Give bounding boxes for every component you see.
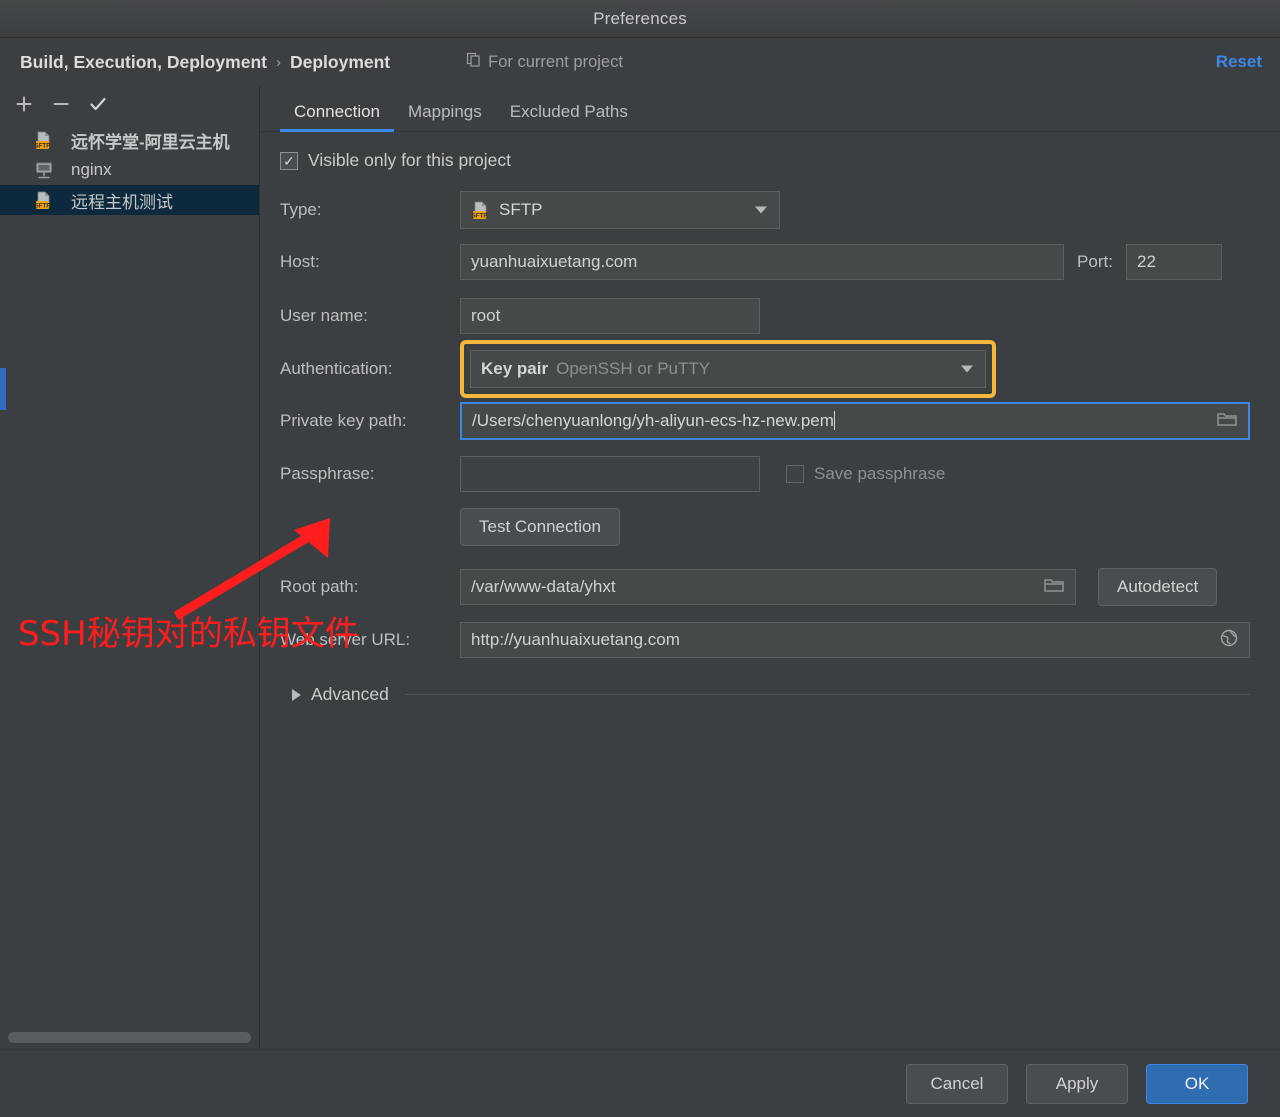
user-name-row: User name: root: [280, 298, 1250, 334]
globe-icon[interactable]: [1219, 628, 1239, 653]
type-label: Type:: [280, 200, 322, 219]
connection-form: ✓ Visible only for this project Type: SF…: [260, 132, 1280, 705]
type-combobox[interactable]: SFTP SFTP: [460, 191, 780, 229]
chevron-right-icon: ›: [275, 53, 281, 71]
server-tree-item-0[interactable]: SFTP 远怀学堂-阿里云主机: [0, 125, 259, 155]
host-input[interactable]: yuanhuaixuetang.com: [460, 244, 1064, 280]
private-key-path-label: Private key path:: [280, 411, 407, 430]
authentication-label: Authentication:: [280, 359, 393, 378]
server-list-panel: SFTP 远怀学堂-阿里云主机 nginx SFTP 远程主机测试: [0, 86, 260, 1049]
server-tree-item-label: 远怀学堂-阿里云主机: [71, 132, 230, 152]
passphrase-row: Passphrase: ✓ Save passphrase: [280, 456, 1250, 492]
sidebar-horizontal-scrollbar[interactable]: [0, 1025, 259, 1049]
breadcrumb-item-current: Deployment: [289, 51, 391, 72]
authentication-value: Key pair: [481, 359, 549, 378]
window-title: Preferences: [593, 8, 687, 28]
save-passphrase-checkbox[interactable]: ✓: [786, 465, 804, 483]
passphrase-input[interactable]: [460, 456, 760, 492]
dialog-footer: Cancel Apply OK: [0, 1049, 1280, 1117]
passphrase-label: Passphrase:: [280, 464, 375, 483]
advanced-label: Advanced: [311, 684, 389, 704]
text-cursor: [833, 411, 835, 430]
scope-label: For current project: [488, 52, 623, 71]
ok-button[interactable]: OK: [1146, 1063, 1248, 1104]
preferences-header: Build, Execution, Deployment › Deploymen…: [0, 38, 1280, 86]
web-server-url-row: Web server URL: http://yuanhuaixuetang.c…: [280, 622, 1250, 658]
chevron-right-icon[interactable]: [292, 688, 301, 701]
sftp-icon: SFTP: [471, 200, 491, 220]
server-tree-item-label: 远程主机测试: [71, 192, 173, 212]
advanced-section-header[interactable]: Advanced: [280, 684, 1250, 705]
add-server-button[interactable]: [14, 94, 34, 114]
left-scrollbar-thumb[interactable]: [0, 368, 6, 410]
web-server-url-input[interactable]: http://yuanhuaixuetang.com: [460, 622, 1250, 658]
server-list-toolbar: [0, 86, 259, 122]
autodetect-button[interactable]: Autodetect: [1098, 568, 1218, 606]
dialog-body: SFTP 远怀学堂-阿里云主机 nginx SFTP 远程主机测试 Connec…: [0, 86, 1280, 1049]
set-default-server-button[interactable]: [88, 94, 108, 114]
scope-indicator: For current project: [466, 52, 623, 72]
type-row: Type: SFTP SFTP: [280, 191, 1250, 229]
user-name-input[interactable]: root: [460, 298, 760, 334]
type-value: SFTP: [499, 200, 543, 219]
test-connection-row: Test Connection: [280, 508, 1250, 546]
server-tree-item-2[interactable]: SFTP 远程主机测试: [0, 185, 259, 215]
settings-tabs: Connection Mappings Excluded Paths: [260, 86, 1280, 132]
root-path-value: /var/www-data/yhxt: [471, 577, 616, 596]
visible-only-checkbox[interactable]: ✓: [280, 151, 298, 170]
chevron-down-icon: [961, 365, 973, 373]
authentication-row: Authentication: Key pair OpenSSH or PuTT…: [280, 340, 1250, 398]
host-row: Host: yuanhuaixuetang.com Port: 22: [280, 244, 1250, 280]
server-tree-item-1[interactable]: nginx: [0, 155, 259, 185]
server-tree-item-label: nginx: [71, 160, 112, 179]
save-passphrase-label: Save passphrase: [814, 464, 946, 483]
breadcrumb-item-root[interactable]: Build, Execution, Deployment: [20, 52, 267, 73]
port-value: 22: [1137, 252, 1156, 271]
tab-excluded-paths[interactable]: Excluded Paths: [496, 102, 642, 131]
svg-text:SFTP: SFTP: [35, 142, 51, 149]
chevron-down-icon: [755, 206, 767, 214]
svg-text:SFTP: SFTP: [472, 212, 488, 219]
sidebar-scrollbar-thumb[interactable]: [8, 1031, 251, 1043]
folder-icon[interactable]: [1043, 575, 1065, 600]
authentication-highlight-box: Key pair OpenSSH or PuTTY: [460, 340, 996, 398]
sftp-icon: SFTP: [34, 130, 54, 150]
cancel-button[interactable]: Cancel: [906, 1063, 1008, 1104]
test-connection-button[interactable]: Test Connection: [460, 508, 620, 546]
svg-text:SFTP: SFTP: [35, 202, 51, 209]
web-server-url-value: http://yuanhuaixuetang.com: [471, 630, 680, 649]
server-icon: [34, 160, 54, 180]
tab-mappings[interactable]: Mappings: [394, 102, 496, 131]
sftp-icon: SFTP: [34, 190, 54, 210]
server-tree: SFTP 远怀学堂-阿里云主机 nginx SFTP 远程主机测试: [0, 122, 259, 1025]
preferences-dialog: Preferences Build, Execution, Deployment…: [0, 0, 1280, 1117]
folder-icon[interactable]: [1216, 409, 1238, 434]
host-label: Host:: [280, 252, 320, 271]
user-name-label: User name:: [280, 306, 368, 325]
private-key-path-row: Private key path: /Users/chenyuanlong/yh…: [280, 402, 1250, 440]
copy-icon: [466, 52, 481, 72]
section-divider: [404, 694, 1250, 695]
private-key-path-input[interactable]: /Users/chenyuanlong/yh-aliyun-ecs-hz-new…: [460, 402, 1250, 440]
port-label: Port:: [1077, 252, 1113, 271]
root-path-label: Root path:: [280, 577, 359, 596]
remove-server-button[interactable]: [51, 94, 71, 114]
root-path-input[interactable]: /var/www-data/yhxt: [460, 569, 1076, 605]
host-value: yuanhuaixuetang.com: [471, 252, 638, 271]
visible-only-label: Visible only for this project: [308, 150, 511, 170]
apply-button[interactable]: Apply: [1026, 1063, 1128, 1104]
window-titlebar: Preferences: [0, 0, 1280, 38]
port-input[interactable]: 22: [1126, 244, 1222, 280]
visible-only-row: ✓ Visible only for this project: [280, 150, 1250, 171]
root-path-row: Root path: /var/www-data/yhxt Autodetect: [280, 568, 1250, 606]
deployment-settings-panel: Connection Mappings Excluded Paths ✓ Vis…: [260, 86, 1280, 1049]
user-name-value: root: [471, 306, 501, 325]
web-server-url-label: Web server URL:: [280, 630, 411, 649]
authentication-combobox[interactable]: Key pair OpenSSH or PuTTY: [470, 350, 986, 388]
authentication-value-hint: OpenSSH or PuTTY: [556, 359, 711, 378]
breadcrumb: Build, Execution, Deployment › Deploymen…: [20, 52, 390, 73]
reset-link[interactable]: Reset: [1216, 52, 1262, 72]
tab-connection[interactable]: Connection: [280, 102, 395, 132]
private-key-path-value: /Users/chenyuanlong/yh-aliyun-ecs-hz-new…: [472, 411, 834, 430]
